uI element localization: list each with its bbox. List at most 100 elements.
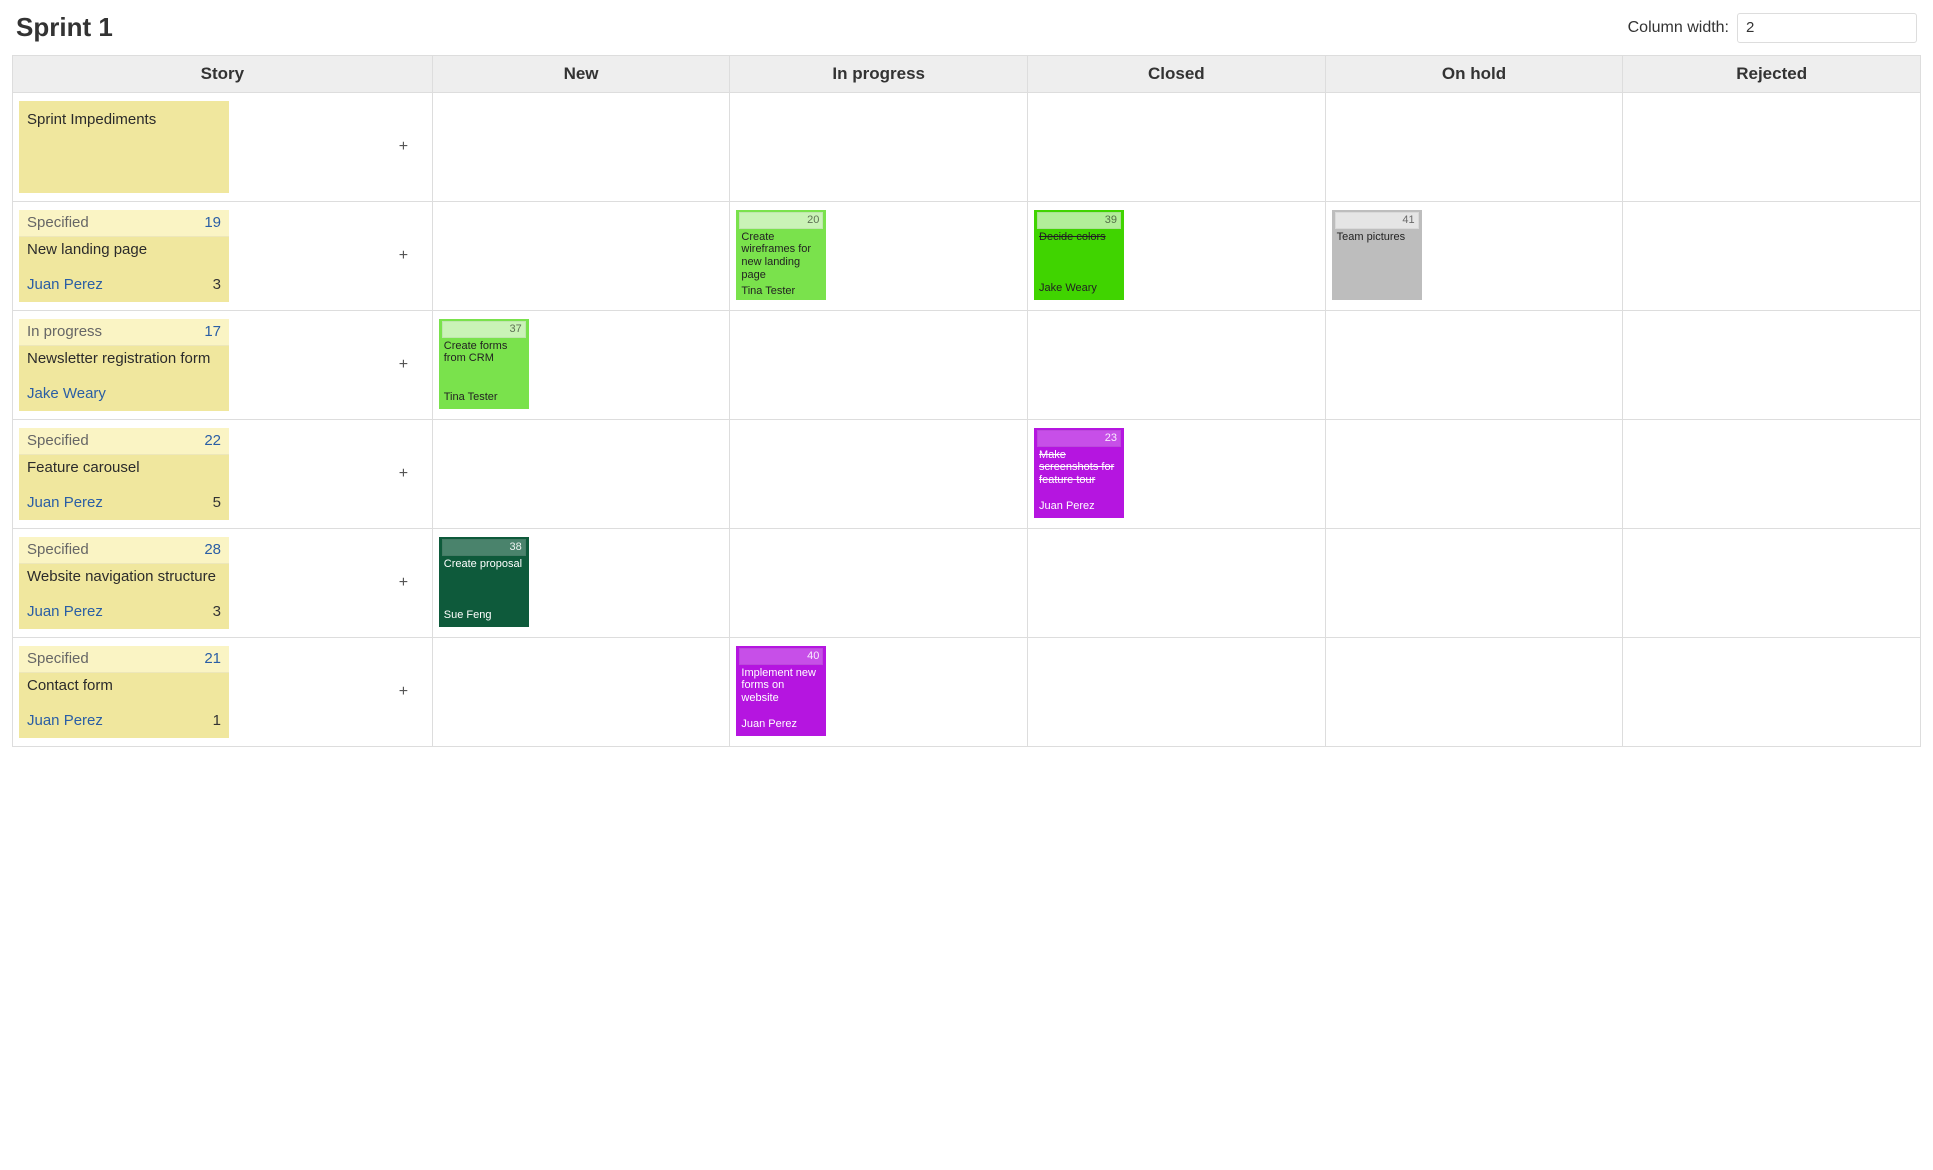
add-task-button[interactable]: + <box>381 138 426 156</box>
stage-cell-in_progress[interactable] <box>730 420 1028 529</box>
task-title: Implement new forms on website <box>741 667 821 705</box>
task-id: 39 <box>1037 212 1121 229</box>
story-card[interactable]: Specified28Website navigation structureJ… <box>19 537 229 629</box>
stage-cell-rejected[interactable] <box>1623 420 1921 529</box>
stage-cell-rejected[interactable] <box>1623 638 1921 747</box>
add-task-button[interactable]: + <box>381 683 426 701</box>
task-card[interactable]: 38 Create proposal Sue Feng <box>439 537 529 627</box>
story-title: New landing page <box>27 241 221 259</box>
stage-cell-rejected[interactable] <box>1623 93 1921 202</box>
add-task-button[interactable]: + <box>381 247 426 265</box>
task-card[interactable]: 23 Make screenshots for feature tour Juan … <box>1034 428 1124 518</box>
story-title: Sprint Impediments <box>27 111 221 129</box>
stage-cell-closed[interactable] <box>1028 529 1326 638</box>
task-id: 37 <box>442 321 526 338</box>
stage-cell-rejected[interactable] <box>1623 529 1921 638</box>
impediments-card[interactable]: Sprint Impediments <box>19 101 229 193</box>
task-id: 41 <box>1335 212 1419 229</box>
column-header-in-progress: In progress <box>730 56 1028 93</box>
story-status: Specified <box>27 432 89 450</box>
stage-cell-on_hold[interactable] <box>1325 93 1623 202</box>
stage-cell-on_hold[interactable] <box>1325 311 1623 420</box>
task-owner: Tina Tester <box>741 285 821 298</box>
task-card[interactable]: 41 Team pictures <box>1332 210 1422 300</box>
stage-cell-new[interactable] <box>432 202 730 311</box>
task-title: Decide colors <box>1039 231 1119 244</box>
stage-cell-on_hold[interactable] <box>1325 420 1623 529</box>
column-header-rejected: Rejected <box>1623 56 1921 93</box>
task-title: Team pictures <box>1337 231 1417 244</box>
story-title: Contact form <box>27 677 221 695</box>
story-points: 3 <box>213 603 221 621</box>
task-owner: Tina Tester <box>444 391 524 404</box>
stage-cell-new[interactable] <box>432 638 730 747</box>
add-task-button[interactable]: + <box>381 574 426 592</box>
story-id[interactable]: 19 <box>204 214 221 232</box>
stage-cell-rejected[interactable] <box>1623 311 1921 420</box>
column-width-label: Column width: <box>1628 19 1729 37</box>
task-card[interactable]: 20 Create wireframes for new landing page… <box>736 210 826 300</box>
stage-cell-in_progress[interactable] <box>730 93 1028 202</box>
stage-cell-closed[interactable] <box>1028 638 1326 747</box>
add-task-button[interactable]: + <box>381 356 426 374</box>
story-title: Feature carousel <box>27 459 221 477</box>
task-owner: Sue Feng <box>444 609 524 622</box>
story-owner[interactable]: Juan Perez <box>27 276 103 294</box>
task-owner: Juan Perez <box>1039 500 1119 513</box>
story-owner[interactable]: Jake Weary <box>27 385 106 403</box>
page-title: Sprint 1 <box>16 12 113 43</box>
story-status: Specified <box>27 541 89 559</box>
task-card[interactable]: 39 Decide colors Jake Weary <box>1034 210 1124 300</box>
story-id[interactable]: 21 <box>204 650 221 668</box>
column-header-on-hold: On hold <box>1325 56 1623 93</box>
stage-cell-closed[interactable]: 23 Make screenshots for feature tour Juan … <box>1028 420 1326 529</box>
stage-cell-closed[interactable] <box>1028 311 1326 420</box>
stage-cell-in_progress[interactable]: 20 Create wireframes for new landing page… <box>730 202 1028 311</box>
kanban-board: Story New In progress Closed On hold Rej… <box>12 55 1921 747</box>
stage-cell-rejected[interactable] <box>1623 202 1921 311</box>
task-title: Make screenshots for feature tour <box>1039 449 1119 487</box>
task-id: 20 <box>739 212 823 229</box>
stage-cell-in_progress[interactable] <box>730 311 1028 420</box>
stage-cell-on_hold[interactable] <box>1325 529 1623 638</box>
task-owner: Jake Weary <box>1039 282 1119 295</box>
story-status: Specified <box>27 214 89 232</box>
stage-cell-closed[interactable]: 39 Decide colors Jake Weary <box>1028 202 1326 311</box>
stage-cell-new[interactable] <box>432 420 730 529</box>
story-card[interactable]: In progress17Newsletter registration for… <box>19 319 229 411</box>
story-id[interactable]: 22 <box>204 432 221 450</box>
column-width-control: Column width: <box>1628 13 1917 43</box>
task-id: 23 <box>1037 430 1121 447</box>
stage-cell-closed[interactable] <box>1028 93 1326 202</box>
column-header-new: New <box>432 56 730 93</box>
task-title: Create wireframes for new landing page <box>741 231 821 282</box>
story-owner[interactable]: Juan Perez <box>27 494 103 512</box>
story-points: 3 <box>213 276 221 294</box>
stage-cell-new[interactable]: 38 Create proposal Sue Feng <box>432 529 730 638</box>
add-task-button[interactable]: + <box>381 465 426 483</box>
task-title: Create forms from CRM <box>444 340 524 365</box>
stage-cell-new[interactable]: 37 Create forms from CRM Tina Tester <box>432 311 730 420</box>
task-card[interactable]: 40 Implement new forms on website Juan Per… <box>736 646 826 736</box>
stage-cell-on_hold[interactable] <box>1325 638 1623 747</box>
task-owner: Juan Perez <box>741 718 821 731</box>
task-title: Create proposal <box>444 558 524 571</box>
stage-cell-on_hold[interactable]: 41 Team pictures <box>1325 202 1623 311</box>
story-card[interactable]: Specified 19 New landing page Juan Perez 3 <box>19 210 229 302</box>
story-id[interactable]: 17 <box>204 323 221 341</box>
story-card[interactable]: Specified21Contact formJuan Perez1 <box>19 646 229 738</box>
stage-cell-new[interactable] <box>432 93 730 202</box>
story-id[interactable]: 28 <box>204 541 221 559</box>
story-owner[interactable]: Juan Perez <box>27 603 103 621</box>
story-title: Newsletter registration form <box>27 350 221 368</box>
story-owner[interactable]: Juan Perez <box>27 712 103 730</box>
story-status: Specified <box>27 650 89 668</box>
story-points: 5 <box>213 494 221 512</box>
column-width-input[interactable] <box>1737 13 1917 43</box>
stage-cell-in_progress[interactable]: 40 Implement new forms on website Juan Per… <box>730 638 1028 747</box>
task-id: 38 <box>442 539 526 556</box>
task-id: 40 <box>739 648 823 665</box>
story-card[interactable]: Specified 22 Feature carousel Juan Perez 5 <box>19 428 229 520</box>
task-card[interactable]: 37 Create forms from CRM Tina Tester <box>439 319 529 409</box>
stage-cell-in_progress[interactable] <box>730 529 1028 638</box>
